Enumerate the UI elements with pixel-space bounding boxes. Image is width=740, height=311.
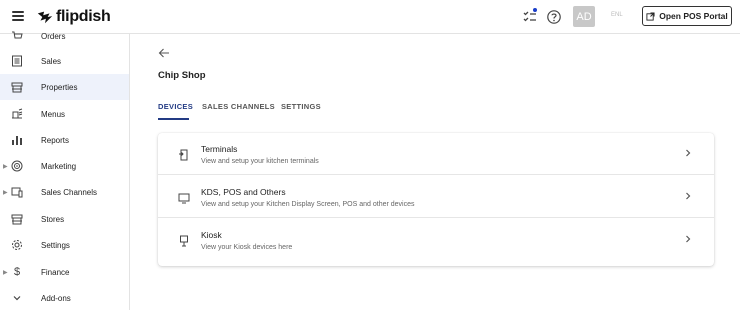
device-row-description: View and setup your Kitchen Display Scre… [201,201,415,208]
device-row-title: KDS, POS and Others [201,187,286,197]
target-icon [10,159,24,173]
storefront-icon [10,80,24,94]
dollar-icon: $ [13,266,21,278]
back-arrow-icon[interactable] [158,47,170,59]
sidebar-item-label: Sales [41,56,62,66]
sidebar-item-menus[interactable]: Menus [0,101,129,127]
sidebar-item-stores[interactable]: Stores [0,206,129,232]
sidebar-item-label: Settings [41,240,70,250]
sidebar-item-finance[interactable]: ▶ $ Finance [0,259,129,285]
chevron-right-icon: ▶ [3,163,8,170]
tab-settings[interactable]: SETTINGS [281,102,321,111]
open-pos-portal-button[interactable]: Open POS Portal [642,6,732,26]
tab-devices[interactable]: DEVICES [158,102,193,111]
sidebar-item-orders[interactable]: Orders [0,23,129,49]
sidebar-item-label: Marketing [41,161,77,171]
sidebar-item-sales[interactable]: Sales [0,48,129,74]
device-row-description: View your Kiosk devices here [201,244,293,251]
gear-icon [10,238,24,252]
sidebar-item-marketing[interactable]: ▶ Marketing [0,153,129,179]
sidebar-item-label: Properties [41,82,78,92]
device-row-terminals[interactable]: Terminals View and setup your kitchen te… [158,133,714,175]
device-row-title: Terminals [201,144,238,154]
language-selector[interactable]: ENL [611,12,623,18]
menu-book-icon [10,107,24,121]
sidebar-item-label: Finance [41,267,70,277]
sidebar-item-label: Menus [41,109,66,119]
chevron-right-icon: ▶ [3,189,8,196]
device-row-title: Kiosk [201,230,222,240]
receipt-icon [10,54,24,68]
notification-dot [533,8,537,12]
sidebar-item-label: Sales Channels [41,187,98,197]
sidebar-item-add-ons[interactable]: Add-ons [0,285,129,311]
chevron-right-icon [686,192,691,200]
active-tab-indicator [158,118,189,120]
tab-sales-channels[interactable]: SALES CHANNELS [202,102,275,111]
page-title: Chip Shop [158,70,206,81]
kiosk-icon [178,234,190,247]
help-icon[interactable] [546,9,562,25]
open-external-icon [646,11,655,21]
open-pos-portal-label: Open POS Portal [659,11,728,21]
hamburger-menu-icon[interactable] [12,11,24,21]
sidebar-item-label: Add-ons [41,293,71,303]
terminal-icon [178,148,190,161]
chevron-down-icon [10,291,24,305]
user-avatar[interactable]: AD [573,6,595,27]
chevron-right-icon: ▶ [3,269,8,276]
sidebar-item-label: Stores [41,214,65,224]
sidebar-item-sales-channels[interactable]: ▶ Sales Channels [0,179,129,205]
cart-icon [10,29,24,43]
device-row-kds-pos[interactable]: KDS, POS and Others View and setup your … [158,176,714,218]
chevron-right-icon [686,149,691,157]
device-row-description: View and setup your kitchen terminals [201,158,319,165]
sidebar: Orders Sales Properties Menus Reports ▶ … [0,31,130,311]
devices-card: Terminals View and setup your kitchen te… [158,133,714,266]
sidebar-item-settings[interactable]: Settings [0,232,129,258]
sidebar-item-label: Orders [41,31,66,41]
store-icon [10,212,24,226]
main-content: Chip Shop DEVICES SALES CHANNELS SETTING… [131,34,740,310]
sidebar-item-reports[interactable]: Reports [0,127,129,153]
devices-icon [10,185,24,199]
monitor-icon [178,191,190,204]
sidebar-item-label: Reports [41,135,70,145]
sidebar-item-properties[interactable]: Properties [0,74,129,100]
chevron-right-icon [686,235,691,243]
device-row-kiosk[interactable]: Kiosk View your Kiosk devices here [158,219,714,261]
bar-chart-icon [10,133,24,147]
